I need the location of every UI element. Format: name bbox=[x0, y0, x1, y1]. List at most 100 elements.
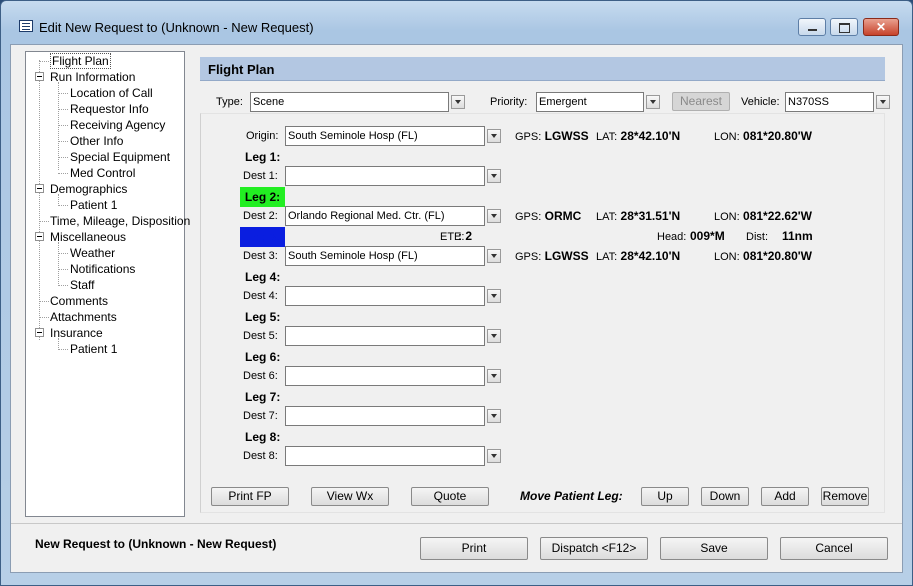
panel-header: Flight Plan bbox=[200, 57, 885, 81]
tree-item-other-info[interactable]: Other Info bbox=[70, 134, 123, 148]
close-button[interactable] bbox=[863, 18, 899, 36]
dest-2-gps: ORMC bbox=[544, 209, 582, 223]
quote-button[interactable]: Quote bbox=[411, 487, 489, 506]
lat-label: LAT: bbox=[596, 131, 618, 143]
tree-item-insurance-patient-1[interactable]: Patient 1 bbox=[70, 342, 117, 356]
tree-item-run-information[interactable]: Run Information bbox=[50, 70, 135, 84]
leg-1-label: Leg 1: bbox=[245, 150, 281, 164]
dispatch-button[interactable]: Dispatch <F12> bbox=[540, 537, 648, 560]
tree-line bbox=[39, 317, 49, 318]
tree-item-flight-plan[interactable]: Flight Plan bbox=[50, 53, 111, 69]
tree-item-med-control[interactable]: Med Control bbox=[70, 166, 135, 180]
chevron-down-icon[interactable] bbox=[487, 409, 501, 423]
dest-8-select[interactable] bbox=[285, 446, 501, 466]
panel-title: Flight Plan bbox=[208, 62, 275, 77]
cancel-button[interactable]: Cancel bbox=[780, 537, 888, 560]
dest-7-value bbox=[285, 406, 485, 426]
leg-2-label: Leg 2: bbox=[240, 187, 285, 207]
type-value: Scene bbox=[250, 92, 449, 112]
dest-2-value: Orlando Regional Med. Ctr. (FL) bbox=[285, 206, 485, 226]
print-button[interactable]: Print bbox=[420, 537, 528, 560]
tree-line bbox=[58, 253, 68, 254]
dialog-window: Edit New Request to (Unknown - New Reque… bbox=[0, 0, 913, 586]
vehicle-select[interactable]: N370SS bbox=[785, 92, 890, 112]
tree-line bbox=[58, 157, 68, 158]
collapse-icon[interactable] bbox=[35, 72, 44, 81]
type-label: Type: bbox=[216, 96, 243, 108]
nearest-button[interactable]: Nearest bbox=[672, 92, 730, 111]
gps-label: GPS: bbox=[515, 131, 542, 143]
origin-label: Origin: bbox=[246, 130, 279, 142]
dialog-client: Flight Plan Run Information Location of … bbox=[10, 44, 903, 573]
tree-item-comments[interactable]: Comments bbox=[50, 294, 108, 308]
minimize-button[interactable] bbox=[798, 18, 826, 36]
chevron-down-icon[interactable] bbox=[487, 369, 501, 383]
dest-2-select[interactable]: Orlando Regional Med. Ctr. (FL) bbox=[285, 206, 501, 226]
dest-3-label: Dest 3: bbox=[243, 250, 278, 262]
tree-item-receiving-agency[interactable]: Receiving Agency bbox=[70, 118, 165, 132]
down-button[interactable]: Down bbox=[701, 487, 749, 506]
chevron-down-icon[interactable] bbox=[487, 449, 501, 463]
tree-item-weather[interactable]: Weather bbox=[70, 246, 115, 260]
origin-select[interactable]: South Seminole Hosp (FL) bbox=[285, 126, 501, 146]
save-button[interactable]: Save bbox=[660, 537, 768, 560]
tree-item-label: Flight Plan bbox=[50, 53, 111, 69]
tree-item-patient-1[interactable]: Patient 1 bbox=[70, 198, 117, 212]
dest-6-select[interactable] bbox=[285, 366, 501, 386]
app-icon bbox=[19, 20, 33, 32]
chevron-down-icon[interactable] bbox=[487, 169, 501, 183]
dest-1-label: Dest 1: bbox=[243, 170, 278, 182]
chevron-down-icon[interactable] bbox=[451, 95, 465, 109]
tree-item-attachments[interactable]: Attachments bbox=[50, 310, 117, 324]
tree-item-staff[interactable]: Staff bbox=[70, 278, 94, 292]
view-wx-button[interactable]: View Wx bbox=[311, 487, 389, 506]
tree-item-special-equipment[interactable]: Special Equipment bbox=[70, 150, 170, 164]
tree-item-requestor-info[interactable]: Requestor Info bbox=[70, 102, 149, 116]
collapse-icon[interactable] bbox=[35, 328, 44, 337]
dest-7-select[interactable] bbox=[285, 406, 501, 426]
lon-label: LON: bbox=[714, 211, 740, 223]
tree-item-demographics[interactable]: Demographics bbox=[50, 182, 127, 196]
tree-item-notifications[interactable]: Notifications bbox=[70, 262, 135, 276]
remove-button[interactable]: Remove bbox=[821, 487, 869, 506]
dest-5-select[interactable] bbox=[285, 326, 501, 346]
maximize-button[interactable] bbox=[830, 18, 858, 36]
tree-item-insurance[interactable]: Insurance bbox=[50, 326, 103, 340]
tree-line bbox=[58, 125, 68, 126]
tree-line bbox=[39, 60, 40, 340]
dest-4-select[interactable] bbox=[285, 286, 501, 306]
lon-label: LON: bbox=[714, 251, 740, 263]
chevron-down-icon[interactable] bbox=[487, 209, 501, 223]
tree-line bbox=[58, 93, 68, 94]
chevron-down-icon[interactable] bbox=[487, 329, 501, 343]
dist-label: Dist: bbox=[746, 231, 768, 243]
up-button[interactable]: Up bbox=[641, 487, 689, 506]
tree-item-miscellaneous[interactable]: Miscellaneous bbox=[50, 230, 126, 244]
window-title: Edit New Request to (Unknown - New Reque… bbox=[39, 20, 314, 35]
tree-line bbox=[58, 269, 68, 270]
title-bar: Edit New Request to (Unknown - New Reque… bbox=[1, 1, 912, 36]
collapse-icon[interactable] bbox=[35, 232, 44, 241]
leg-6-label: Leg 6: bbox=[245, 350, 281, 364]
chevron-down-icon[interactable] bbox=[646, 95, 660, 109]
dest-3-select[interactable]: South Seminole Hosp (FL) bbox=[285, 246, 501, 266]
lat-label: LAT: bbox=[596, 211, 618, 223]
leg-8-label: Leg 8: bbox=[245, 430, 281, 444]
chevron-down-icon[interactable] bbox=[487, 129, 501, 143]
collapse-icon[interactable] bbox=[35, 184, 44, 193]
tree-item-location-of-call[interactable]: Location of Call bbox=[70, 86, 153, 100]
tree-item-time-mileage-disposition[interactable]: Time, Mileage, Disposition bbox=[50, 214, 190, 228]
chevron-down-icon[interactable] bbox=[487, 289, 501, 303]
add-button[interactable]: Add bbox=[761, 487, 809, 506]
chevron-down-icon[interactable] bbox=[487, 249, 501, 263]
dest-7-label: Dest 7: bbox=[243, 410, 278, 422]
dest-6-value bbox=[285, 366, 485, 386]
gps-label: GPS: bbox=[515, 211, 542, 223]
chevron-down-icon[interactable] bbox=[876, 95, 890, 109]
print-fp-button[interactable]: Print FP bbox=[211, 487, 289, 506]
navigation-tree[interactable]: Flight Plan Run Information Location of … bbox=[25, 51, 190, 517]
priority-select[interactable]: Emergent bbox=[536, 92, 660, 112]
dest-1-select[interactable] bbox=[285, 166, 501, 186]
type-select[interactable]: Scene bbox=[250, 92, 465, 112]
origin-value: South Seminole Hosp (FL) bbox=[285, 126, 485, 146]
